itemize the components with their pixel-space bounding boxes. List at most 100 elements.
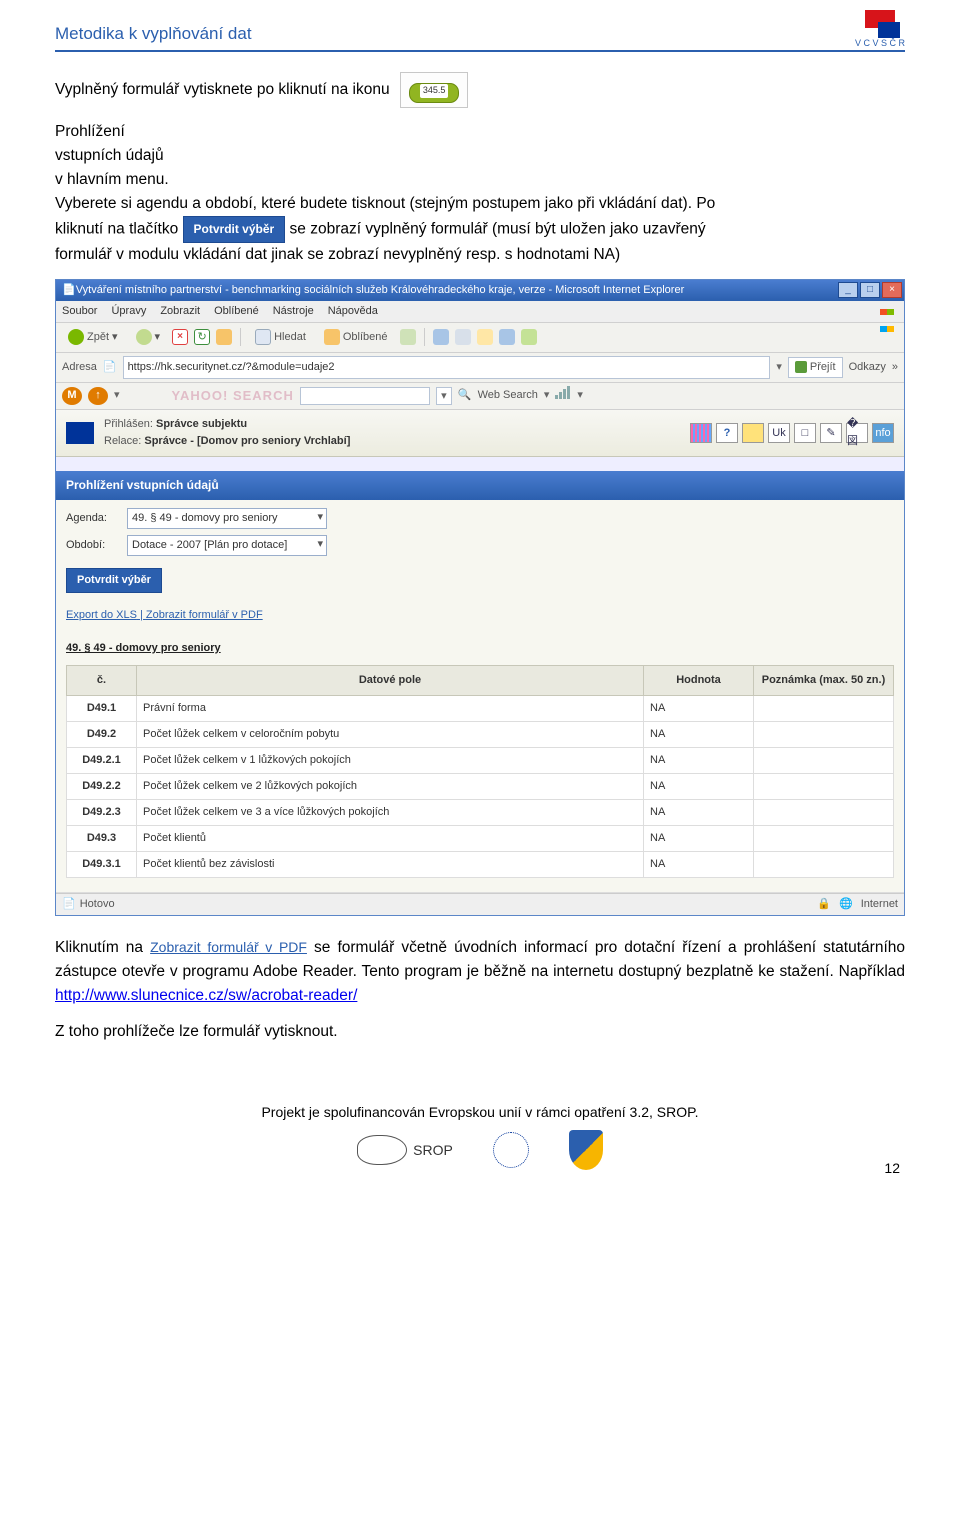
- menu-upravy[interactable]: Úpravy: [111, 303, 146, 320]
- th-code: č.: [67, 665, 137, 695]
- p1-text-b: v hlavním menu.: [55, 171, 169, 188]
- messenger-icon[interactable]: [521, 329, 537, 345]
- header-rule: [55, 50, 905, 52]
- app-icon-x[interactable]: �図: [846, 423, 868, 443]
- cell-code: D49.1: [67, 695, 137, 721]
- doc-header-title: Metodika k vyplňování dat: [55, 24, 252, 48]
- yahoo-logo: YAHOO! SEARCH: [172, 386, 294, 406]
- app-header: Přihlášen: Správce subjektu Relace: Sprá…: [56, 410, 904, 457]
- potvrdit-button-inline[interactable]: Potvrdit výběr: [183, 216, 286, 243]
- status-page-icon: 📄: [62, 896, 76, 913]
- paragraph-3: Kliknutím na Zobrazit formulář v PDF se …: [55, 936, 905, 1008]
- menu-oblibene[interactable]: Oblíbené: [214, 303, 259, 320]
- go-button[interactable]: Přejít: [788, 357, 843, 378]
- cell-note: [754, 852, 894, 878]
- favorites-button[interactable]: Oblíbené: [318, 326, 394, 349]
- relace-value: Správce - [Domov pro seniory Vrchlabí]: [144, 435, 350, 447]
- app-icon-menu[interactable]: [690, 423, 712, 443]
- app-icon-help[interactable]: ?: [716, 423, 738, 443]
- cell-value: NA: [644, 852, 754, 878]
- yahoo-search-input[interactable]: [300, 387, 430, 405]
- web-search-label[interactable]: Web Search: [478, 387, 538, 404]
- address-input[interactable]: https://hk.securitynet.cz/?&module=udaje…: [123, 356, 771, 379]
- search-icon: [255, 329, 271, 345]
- globe-icon: 🌐: [839, 896, 853, 913]
- agenda-select[interactable]: 49. § 49 - domovy pro seniory: [127, 508, 327, 529]
- slunecnice-link[interactable]: http://www.slunecnice.cz/sw/acrobat-read…: [55, 987, 357, 1004]
- login-label: Přihlášen:: [104, 418, 153, 430]
- app-icon-square[interactable]: □: [794, 423, 816, 443]
- eu-stars-logo: [493, 1132, 529, 1168]
- ie-toolbar: Zpět ▾ ▾ × ↻ Hledat Oblíbené: [56, 323, 904, 353]
- table-row: D49.1Právní formaNA: [67, 695, 894, 721]
- windows-flag-icon: [880, 304, 898, 318]
- cell-note: [754, 748, 894, 774]
- yahoo-m-icon[interactable]: M: [62, 387, 82, 405]
- cell-code: D49.2: [67, 722, 137, 748]
- cell-note: [754, 774, 894, 800]
- confirm-button[interactable]: Potvrdit výběr: [66, 568, 162, 593]
- edit-icon[interactable]: [477, 329, 493, 345]
- links-label[interactable]: Odkazy: [849, 359, 886, 376]
- status-zone: Internet: [861, 896, 898, 913]
- icon-caption-l2: vstupních údajů: [55, 147, 164, 164]
- menu-bar: Soubor Úpravy Zobrazit Oblíbené Nástroje…: [56, 301, 904, 323]
- search-button[interactable]: Hledat: [249, 326, 312, 349]
- cell-field: Počet lůžek celkem ve 3 a více lůžkových…: [137, 800, 644, 826]
- home-icon[interactable]: [216, 329, 232, 345]
- menu-zobrazit[interactable]: Zobrazit: [160, 303, 200, 320]
- maximize-button[interactable]: □: [860, 282, 880, 298]
- document-body: Vyplněný formulář vytisknete po kliknutí…: [0, 72, 960, 1044]
- vcvs-caption: V C V S Č R: [855, 38, 905, 48]
- table-row: D49.2.2Počet lůžek celkem ve 2 lůžkových…: [67, 774, 894, 800]
- yahoo-up-icon[interactable]: ↑: [88, 387, 108, 405]
- section-subtitle: 49. § 49 - domovy pro seniory: [66, 640, 894, 657]
- p1-text-a: Vyplněný formulář vytisknete po kliknutí…: [55, 81, 390, 98]
- cell-value: NA: [644, 826, 754, 852]
- cell-field: Počet klientů: [137, 826, 644, 852]
- ie-page-icon: 📄: [62, 282, 76, 299]
- back-icon: [68, 329, 84, 345]
- pdf-link-inline[interactable]: Zobrazit formulář v PDF: [150, 939, 307, 955]
- minimize-button[interactable]: _: [838, 282, 858, 298]
- cell-code: D49.2.3: [67, 800, 137, 826]
- table-row: D49.2.3Počet lůžek celkem ve 3 a více lů…: [67, 800, 894, 826]
- login-value: Správce subjektu: [156, 418, 247, 430]
- app-icon-note[interactable]: [742, 423, 764, 443]
- srop-logo: SROP: [357, 1135, 453, 1165]
- menu-nastroje[interactable]: Nástroje: [273, 303, 314, 320]
- cell-note: [754, 826, 894, 852]
- table-row: D49.3Počet klientůNA: [67, 826, 894, 852]
- panel-body: Agenda: 49. § 49 - domovy pro seniory Ob…: [56, 500, 904, 894]
- history-icon[interactable]: [400, 329, 416, 345]
- window-title: Vytváření místního partnerství - benchma…: [76, 282, 838, 299]
- page-icon: 📄: [103, 359, 117, 376]
- panel-title: Prohlížení vstupních údajů: [56, 471, 904, 500]
- address-bar: Adresa 📄 https://hk.securitynet.cz/?&mod…: [56, 353, 904, 383]
- cell-code: D49.3.1: [67, 852, 137, 878]
- menu-napoveda[interactable]: Nápověda: [328, 303, 378, 320]
- paragraph-1: Vyplněný formulář vytisknete po kliknutí…: [55, 72, 905, 108]
- app-icon-uk[interactable]: Uk: [768, 423, 790, 443]
- mail-icon[interactable]: [433, 329, 449, 345]
- refresh-icon[interactable]: ↻: [194, 329, 210, 345]
- stop-icon[interactable]: ×: [172, 329, 188, 345]
- menu-soubor[interactable]: Soubor: [62, 303, 97, 320]
- agenda-label: Agenda:: [66, 510, 121, 527]
- export-xls-link[interactable]: Export do XLS: [66, 609, 137, 621]
- go-arrow-icon: [795, 361, 807, 373]
- th-value: Hodnota: [644, 665, 754, 695]
- app-icon-info[interactable]: nfo: [872, 423, 894, 443]
- obdobi-select[interactable]: Dotace - 2007 [Plán pro dotace]: [127, 535, 327, 556]
- close-button[interactable]: ×: [882, 282, 902, 298]
- ie-window-screenshot: 📄 Vytváření místního partnerství - bench…: [55, 279, 905, 917]
- back-button[interactable]: Zpět ▾: [62, 326, 124, 349]
- paragraph-2: Vyberete si agendu a období, které budet…: [55, 192, 905, 267]
- print-icon[interactable]: [455, 329, 471, 345]
- app-icon-edit[interactable]: ✎: [820, 423, 842, 443]
- discuss-icon[interactable]: [499, 329, 515, 345]
- forward-button[interactable]: ▾: [130, 326, 167, 349]
- prohlizeni-icon[interactable]: 345.5: [400, 72, 469, 108]
- yahoo-search-dropdown[interactable]: ▾: [436, 387, 452, 405]
- pdf-link[interactable]: Zobrazit formulář v PDF: [146, 609, 263, 621]
